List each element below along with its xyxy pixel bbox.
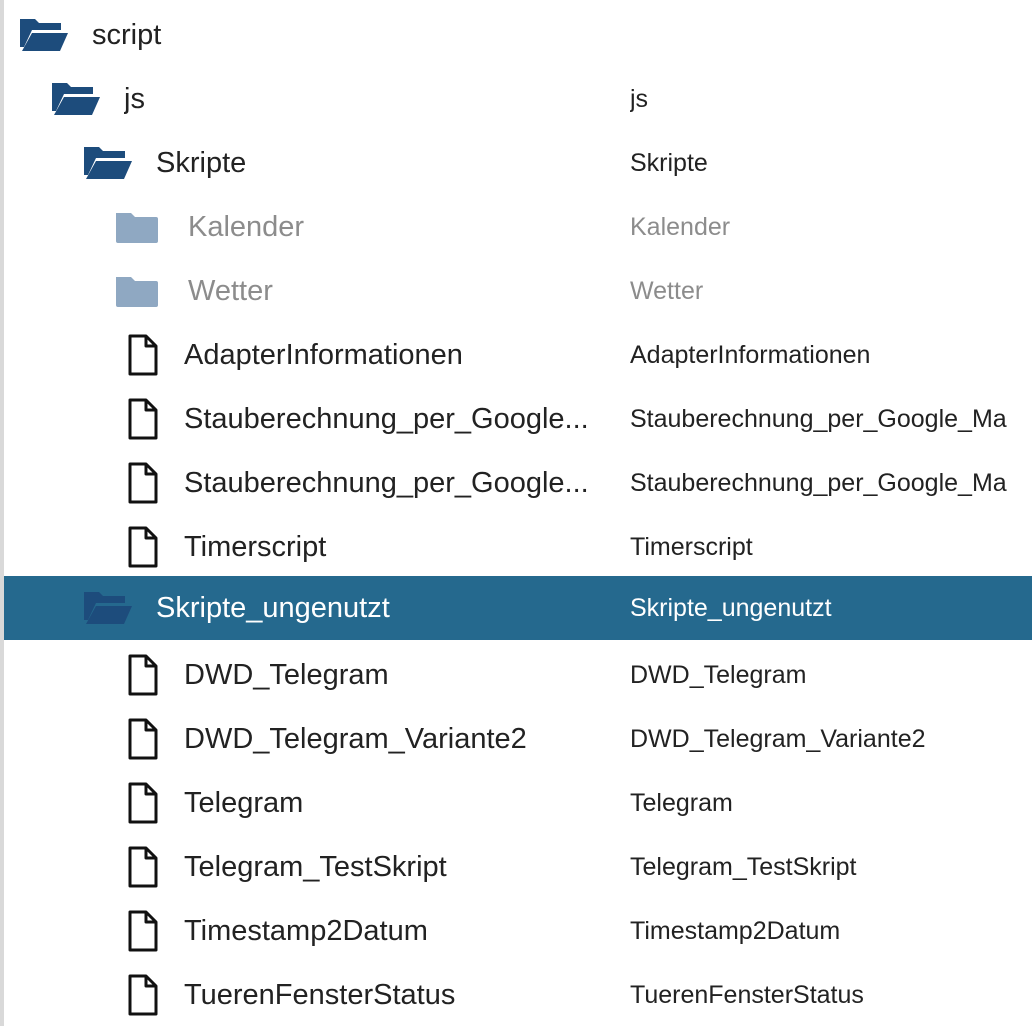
tree-row-title: TuerenFensterStatus xyxy=(630,981,864,1009)
folder-open-icon xyxy=(48,67,104,131)
tree-row-name: Timerscript xyxy=(184,531,327,563)
tree-row-name: Telegram xyxy=(184,787,304,819)
tree-row-title: Stauberechnung_per_Google_Ma xyxy=(630,405,1007,433)
file-icon xyxy=(114,707,170,771)
file-icon xyxy=(114,771,170,835)
tree-row-dwd-telegram[interactable]: DWD_Telegram DWD_Telegram xyxy=(4,643,1032,707)
folder-closed-icon xyxy=(110,259,166,323)
tree-row-name: Stauberechnung_per_Google... xyxy=(184,467,589,499)
tree-row-title: Stauberechnung_per_Google_Ma xyxy=(630,469,1007,497)
folder-open-icon xyxy=(80,131,136,195)
file-icon xyxy=(114,963,170,1027)
tree-row-title: Skripte xyxy=(630,149,708,177)
tree-row-stauberechnung-1[interactable]: Stauberechnung_per_Google... Stauberechn… xyxy=(4,387,1032,451)
tree-row-name: Kalender xyxy=(188,211,305,243)
tree-row-telegram-testskript[interactable]: Telegram_TestSkript Telegram_TestSkript xyxy=(4,835,1032,899)
tree-row-name: Skripte xyxy=(156,147,247,179)
tree-row-name: js xyxy=(124,83,145,115)
tree-row-telegram[interactable]: Telegram Telegram xyxy=(4,771,1032,835)
file-icon xyxy=(114,387,170,451)
file-icon xyxy=(114,643,170,707)
tree-row-timestamp2datum[interactable]: Timestamp2Datum Timestamp2Datum xyxy=(4,899,1032,963)
tree-row-name: AdapterInformationen xyxy=(184,339,463,371)
tree-row-title: Telegram_TestSkript xyxy=(630,853,857,881)
tree-row-stauberechnung-2[interactable]: Stauberechnung_per_Google... Stauberechn… xyxy=(4,451,1032,515)
tree-row-name: DWD_Telegram xyxy=(184,659,389,691)
tree-row-title: Wetter xyxy=(630,277,704,305)
tree-row-name: TuerenFensterStatus xyxy=(184,979,456,1011)
tree-row-title: DWD_Telegram_Variante2 xyxy=(630,725,926,753)
tree-row-name: script xyxy=(92,19,162,51)
tree-row-wetter[interactable]: Wetter Wetter xyxy=(4,259,1032,323)
tree-row-title: AdapterInformationen xyxy=(630,341,871,369)
tree-row-title: Kalender xyxy=(630,213,731,241)
tree-row-title: Skripte_ungenutzt xyxy=(630,594,832,622)
tree-row-tuerenfensterstatus[interactable]: TuerenFensterStatus TuerenFensterStatus xyxy=(4,963,1032,1027)
file-icon xyxy=(114,323,170,387)
file-icon xyxy=(114,451,170,515)
tree-row-name: Wetter xyxy=(188,275,273,307)
tree-row-name: Skripte_ungenutzt xyxy=(156,592,390,624)
tree-row-skripte[interactable]: Skripte Skripte xyxy=(4,131,1032,195)
tree-row-title: Timerscript xyxy=(630,533,753,561)
file-icon xyxy=(114,515,170,579)
tree-row-name: Telegram_TestSkript xyxy=(184,851,447,883)
tree-row-name: Stauberechnung_per_Google... xyxy=(184,403,589,435)
tree-row-name: DWD_Telegram_Variante2 xyxy=(184,723,527,755)
folder-open-icon xyxy=(80,576,136,640)
tree-row-js[interactable]: js js xyxy=(4,67,1032,131)
tree-row-title: Timestamp2Datum xyxy=(630,917,841,945)
tree-row-title: DWD_Telegram xyxy=(630,661,807,689)
tree-row-dwd-telegram-variante2[interactable]: DWD_Telegram_Variante2 DWD_Telegram_Vari… xyxy=(4,707,1032,771)
tree-row-title: Telegram xyxy=(630,789,733,817)
file-icon xyxy=(114,899,170,963)
tree-row-adapterinformationen[interactable]: AdapterInformationen AdapterInformatione… xyxy=(4,323,1032,387)
tree-row-title: js xyxy=(630,85,649,113)
tree-row-timerscript[interactable]: Timerscript Timerscript xyxy=(4,515,1032,579)
tree-row-name: Timestamp2Datum xyxy=(184,915,428,947)
folder-open-icon xyxy=(16,3,72,67)
tree-row-kalender[interactable]: Kalender Kalender xyxy=(4,195,1032,259)
tree-row-script[interactable]: script xyxy=(4,3,1032,67)
file-icon xyxy=(114,835,170,899)
tree-row-skripte-ungenutzt[interactable]: Skripte_ungenutzt Skripte_ungenutzt xyxy=(4,576,1032,640)
folder-closed-icon xyxy=(110,195,166,259)
